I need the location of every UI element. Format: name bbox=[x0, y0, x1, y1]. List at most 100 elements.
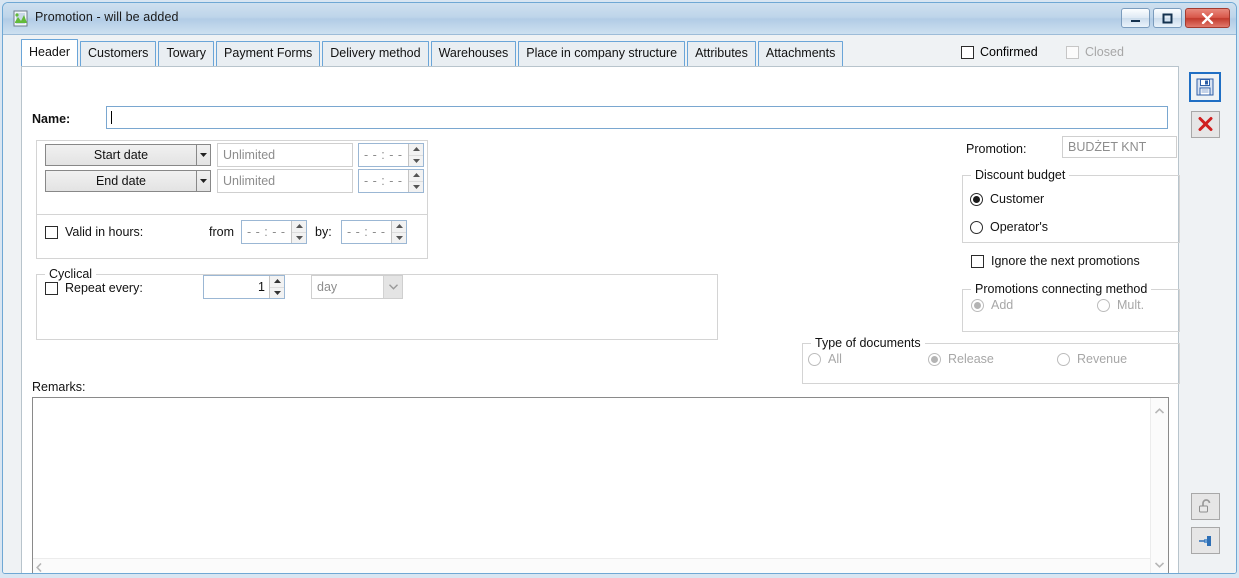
repeat-count-value: 1 bbox=[258, 280, 265, 294]
discount-budget-customer-radio[interactable]: Customer bbox=[970, 192, 1044, 206]
radio-box bbox=[808, 352, 821, 366]
window-controls bbox=[1121, 8, 1230, 28]
remarks-vertical-scrollbar[interactable] bbox=[1150, 398, 1168, 573]
spinner-buttons[interactable] bbox=[269, 276, 284, 298]
radio-box bbox=[928, 352, 941, 366]
end-date-input[interactable]: Unlimited bbox=[217, 169, 353, 193]
promotion-window: Promotion - will be added Header Custome… bbox=[2, 2, 1237, 574]
tab-label: Payment Forms bbox=[224, 46, 313, 60]
pin-button[interactable] bbox=[1191, 527, 1220, 554]
header-tab-panel: Name: Start date Unlimited - -: - - End… bbox=[21, 66, 1180, 574]
tab-delivery-method[interactable]: Delivery method bbox=[322, 41, 429, 66]
spinner-buttons[interactable] bbox=[408, 144, 423, 166]
name-label: Name: bbox=[32, 112, 71, 126]
tab-header[interactable]: Header bbox=[21, 39, 78, 66]
discount-budget-operators-radio[interactable]: Operator's bbox=[970, 220, 1048, 234]
close-button[interactable] bbox=[1185, 8, 1230, 28]
promotion-value: BUDŻET KNT bbox=[1068, 140, 1147, 154]
type-of-documents-revenue-label: Revenue bbox=[1077, 352, 1128, 366]
checkbox-box bbox=[961, 45, 974, 59]
end-time-spinner[interactable]: - - : - - bbox=[358, 169, 424, 193]
spinner-up-icon[interactable] bbox=[270, 276, 284, 288]
remarks-textarea[interactable] bbox=[32, 397, 1169, 574]
promotions-connecting-method-title: Promotions connecting method bbox=[971, 282, 1152, 296]
radio-box bbox=[971, 298, 984, 312]
tab-place-in-company-structure[interactable]: Place in company structure bbox=[518, 41, 686, 66]
tab-attributes[interactable]: Attributes bbox=[687, 41, 756, 66]
minimize-button[interactable] bbox=[1121, 8, 1150, 28]
radio-box bbox=[1057, 352, 1070, 366]
spinner-buttons[interactable] bbox=[291, 221, 306, 243]
checkbox-box bbox=[45, 281, 58, 295]
tab-label: Warehouses bbox=[438, 46, 509, 60]
spinner-down-icon[interactable] bbox=[270, 288, 284, 299]
connecting-method-mult-label: Mult. bbox=[1117, 298, 1145, 312]
maximize-button[interactable] bbox=[1153, 8, 1182, 28]
scroll-up-icon[interactable] bbox=[1154, 401, 1165, 419]
tab-label: Header bbox=[29, 45, 70, 59]
promotion-label: Promotion: bbox=[966, 142, 1027, 156]
valid-by-time-spinner[interactable]: - - : - - bbox=[341, 220, 407, 244]
name-input[interactable] bbox=[106, 106, 1168, 129]
pin-icon bbox=[1198, 535, 1211, 546]
save-button[interactable] bbox=[1189, 72, 1221, 102]
repeat-count-stepper[interactable]: 1 bbox=[203, 275, 285, 299]
valid-from-value: - - : - - bbox=[247, 225, 286, 239]
tab-customers[interactable]: Customers bbox=[80, 41, 157, 66]
end-date-dropdown-arrow-icon[interactable] bbox=[197, 170, 211, 192]
tab-warehouses[interactable]: Warehouses bbox=[430, 41, 517, 66]
radio-box bbox=[1097, 298, 1110, 312]
type-of-documents-release-radio: Release bbox=[928, 352, 994, 366]
valid-in-hours-checkbox[interactable]: Valid in hours: bbox=[45, 225, 143, 239]
valid-from-time-spinner[interactable]: - - : - - bbox=[241, 220, 307, 244]
tab-payment-forms[interactable]: Payment Forms bbox=[216, 41, 321, 66]
tab-label: Delivery method bbox=[330, 46, 421, 60]
start-date-input[interactable]: Unlimited bbox=[217, 143, 353, 167]
repeat-every-checkbox[interactable]: Repeat every: bbox=[45, 281, 143, 295]
start-time-value: - - : - - bbox=[364, 148, 403, 162]
tab-strip: Header Customers Towary Payment Forms De… bbox=[21, 39, 845, 66]
cancel-icon bbox=[1198, 117, 1213, 131]
scroll-down-icon[interactable] bbox=[1154, 555, 1165, 573]
end-time-value: - - : - - bbox=[364, 174, 403, 188]
type-of-documents-all-label: All bbox=[828, 352, 842, 366]
scroll-left-icon[interactable] bbox=[36, 559, 42, 574]
tab-attachments[interactable]: Attachments bbox=[757, 41, 844, 66]
app-icon bbox=[12, 10, 29, 27]
spinner-down-icon[interactable] bbox=[409, 156, 423, 167]
chevron-down-icon[interactable] bbox=[383, 276, 402, 298]
checkbox-box bbox=[45, 225, 58, 239]
spinner-up-icon[interactable] bbox=[292, 221, 306, 233]
type-of-documents-revenue-radio: Revenue bbox=[1057, 352, 1127, 366]
spinner-up-icon[interactable] bbox=[409, 144, 423, 156]
repeat-unit-select[interactable]: day bbox=[311, 275, 403, 299]
ignore-next-promotions-checkbox[interactable]: Ignore the next promotions bbox=[971, 254, 1140, 268]
start-date-dropdown-arrow-icon[interactable] bbox=[197, 144, 211, 166]
connecting-method-mult-radio: Mult. bbox=[1097, 298, 1144, 312]
remarks-horizontal-scrollbar[interactable] bbox=[33, 558, 1150, 574]
radio-box bbox=[970, 192, 983, 206]
tab-towary[interactable]: Towary bbox=[158, 41, 215, 66]
tab-label: Attributes bbox=[695, 46, 748, 60]
spinner-up-icon[interactable] bbox=[409, 170, 423, 182]
text-caret bbox=[111, 111, 112, 124]
end-date-label: End date bbox=[95, 174, 147, 188]
remarks-label: Remarks: bbox=[32, 380, 86, 394]
spinner-down-icon[interactable] bbox=[292, 233, 306, 244]
promotion-value-field[interactable]: BUDŻET KNT bbox=[1062, 136, 1177, 158]
title-bar: Promotion - will be added bbox=[3, 3, 1236, 35]
repeat-every-label: Repeat every: bbox=[65, 281, 143, 295]
valid-by-value: - - : - - bbox=[347, 225, 386, 239]
spinner-buttons[interactable] bbox=[408, 170, 423, 192]
spinner-buttons[interactable] bbox=[391, 221, 406, 243]
repeat-unit-value: day bbox=[317, 280, 338, 294]
discount-budget-title: Discount budget bbox=[971, 168, 1070, 182]
spinner-down-icon[interactable] bbox=[392, 233, 406, 244]
spinner-down-icon[interactable] bbox=[409, 182, 423, 193]
start-date-button[interactable]: Start date bbox=[45, 144, 197, 166]
start-time-spinner[interactable]: - - : - - bbox=[358, 143, 424, 167]
end-date-button[interactable]: End date bbox=[45, 170, 197, 192]
spinner-up-icon[interactable] bbox=[392, 221, 406, 233]
cancel-button[interactable] bbox=[1191, 111, 1220, 138]
confirmed-checkbox[interactable]: Confirmed bbox=[961, 45, 1038, 59]
